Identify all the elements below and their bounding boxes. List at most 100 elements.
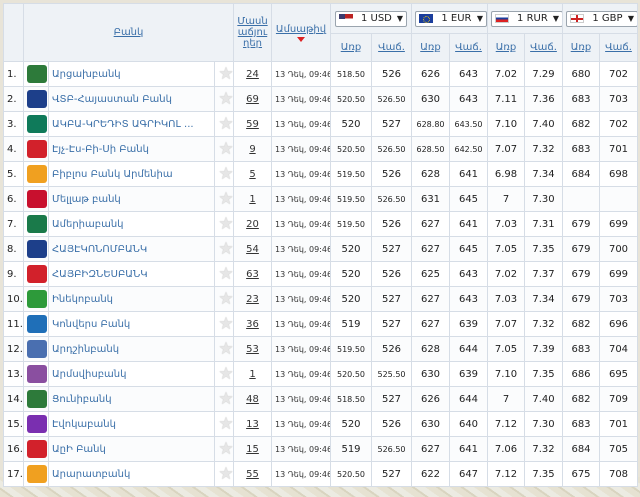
favorite-star[interactable]: ★: [214, 86, 234, 112]
bank-name-link[interactable]: Ամերիաբանկ: [48, 211, 215, 237]
usd-currency-select[interactable]: 1 USD ▼: [335, 10, 407, 27]
bank-logo[interactable]: [23, 111, 49, 137]
favorite-star[interactable]: ★: [214, 211, 234, 237]
bank-logo[interactable]: [23, 286, 49, 312]
bank-name-link[interactable]: ԱԿԲԱ-ԿՐԵԴԻՏ ԱԳՐԻԿՈԼ ...: [48, 111, 215, 137]
favorite-star[interactable]: ★: [214, 336, 234, 362]
branches-count[interactable]: 20: [233, 211, 272, 237]
branches-count-link[interactable]: 53: [246, 344, 259, 355]
table-row[interactable]: 2. ՎՏԲ-Հայաստան Բանկ ★ 69 13 Դեկ, 09:46 520.5…: [3, 86, 638, 112]
favorite-star[interactable]: ★: [214, 436, 234, 462]
bank-name-link[interactable]: ԱըԻ Բանկ: [48, 436, 215, 462]
branches-count-link[interactable]: 23: [246, 294, 259, 305]
table-row[interactable]: 16. ԱըԻ Բանկ ★ 15 13 Դեկ, 09:46 519 526.50 627 6…: [3, 436, 638, 462]
branches-count[interactable]: 55: [233, 461, 272, 487]
bank-logo[interactable]: [23, 236, 49, 262]
branches-count-link[interactable]: 24: [246, 69, 259, 80]
branches-count[interactable]: 1: [233, 361, 272, 387]
branches-count-link[interactable]: 9: [249, 144, 255, 155]
bank-logo[interactable]: [23, 61, 49, 87]
bank-logo[interactable]: [23, 411, 49, 437]
branches-count[interactable]: 59: [233, 111, 272, 137]
table-row[interactable]: 11. Կոնվերս Բանկ ★ 36 13 Դեկ, 09:46 519 527 627…: [3, 311, 638, 337]
bank-name-link[interactable]: Արդշինբանկ: [48, 336, 215, 362]
branches-count-link[interactable]: 13: [246, 419, 259, 430]
favorite-star[interactable]: ★: [214, 186, 234, 212]
bank-name-link[interactable]: Ինեկոբանկ: [48, 286, 215, 312]
branches-count-link[interactable]: 20: [246, 219, 259, 230]
bank-name-link[interactable]: ՀԱՅԲԻԶՆԵՍԲԱՆԿ: [48, 261, 215, 287]
bank-logo[interactable]: [23, 361, 49, 387]
bank-logo[interactable]: [23, 136, 49, 162]
bank-logo[interactable]: [23, 311, 49, 337]
favorite-star[interactable]: ★: [214, 261, 234, 287]
favorite-star[interactable]: ★: [214, 111, 234, 137]
branches-count-link[interactable]: 55: [246, 469, 259, 480]
favorite-star[interactable]: ★: [214, 161, 234, 187]
branches-count[interactable]: 69: [233, 86, 272, 112]
bank-logo[interactable]: [23, 261, 49, 287]
table-row[interactable]: 8. ՀԱՅԷԿՈՆՈՄԲԱՆԿ ★ 54 13 Դեկ, 09:46 520 527 627…: [3, 236, 638, 262]
branches-count[interactable]: 53: [233, 336, 272, 362]
bank-name-link[interactable]: Կոնվերս Բանկ: [48, 311, 215, 337]
branches-count[interactable]: 23: [233, 286, 272, 312]
branches-count-link[interactable]: 15: [246, 444, 259, 455]
branches-count[interactable]: 54: [233, 236, 272, 262]
branches-count-link[interactable]: 63: [246, 269, 259, 280]
bank-name-link[interactable]: Արցախբանկ: [48, 61, 215, 87]
rur-buy-header[interactable]: Առք: [487, 33, 525, 62]
eur-buy-header[interactable]: Առք: [411, 33, 450, 62]
favorite-star[interactable]: ★: [214, 286, 234, 312]
table-row[interactable]: 4. Էյչ-Էս-Բի-Սի Բանկ ★ 9 13 Դեկ, 09:46 520.50…: [3, 136, 638, 162]
bank-logo[interactable]: [23, 186, 49, 212]
branches-count[interactable]: 48: [233, 386, 272, 412]
bank-name-link[interactable]: Մելլաթ բանկ: [48, 186, 215, 212]
bank-name-link[interactable]: ՀԱՅԷԿՈՆՈՄԲԱՆԿ: [48, 236, 215, 262]
branches-count-link[interactable]: 69: [246, 94, 259, 105]
favorite-star[interactable]: ★: [214, 136, 234, 162]
table-row[interactable]: 1. Արցախբանկ ★ 24 13 Դեկ, 09:46 518.50 526 626 6…: [3, 61, 638, 87]
rur-currency-select[interactable]: 1 RUR ▼: [491, 10, 562, 27]
bank-name-link[interactable]: Ցունիբանկ: [48, 386, 215, 412]
favorite-star[interactable]: ★: [214, 386, 234, 412]
branches-count-link[interactable]: 48: [246, 394, 259, 405]
branches-count[interactable]: 13: [233, 411, 272, 437]
table-row[interactable]: 7. Ամերիաբանկ ★ 20 13 Դեկ, 09:46 519.50 526 627…: [3, 211, 638, 237]
bank-logo[interactable]: [23, 161, 49, 187]
bank-name-link[interactable]: Արմսվիսբանկ: [48, 361, 215, 387]
bank-name-link[interactable]: Բիբլոս Բանկ Արմենիա: [48, 161, 215, 187]
rur-sell-header[interactable]: Վաճ.: [524, 33, 563, 62]
eur-currency-select[interactable]: 1 EUR ▼: [415, 10, 487, 27]
branches-count-link[interactable]: 36: [246, 319, 259, 330]
table-row[interactable]: 12. Արդշինբանկ ★ 53 13 Դեկ, 09:46 519.50 526 62…: [3, 336, 638, 362]
table-row[interactable]: 13. Արմսվիսբանկ ★ 1 13 Դեկ, 09:46 520.50 525.5…: [3, 361, 638, 387]
favorite-star[interactable]: ★: [214, 61, 234, 87]
gbp-currency-select[interactable]: 1 GBP ▼: [566, 10, 637, 27]
favorite-star[interactable]: ★: [214, 411, 234, 437]
table-row[interactable]: 14. Ցունիբանկ ★ 48 13 Դեկ, 09:46 518.50 527 626…: [3, 386, 638, 412]
table-row[interactable]: 3. ԱԿԲԱ-ԿՐԵԴԻՏ ԱԳՐԻԿՈԼ ... ★ 59 13 Դեկ, 09:4…: [3, 111, 638, 137]
usd-sell-header[interactable]: Վաճ.: [371, 33, 412, 62]
table-row[interactable]: 6. Մելլաթ բանկ ★ 1 13 Դեկ, 09:46 519.50 526.50…: [3, 186, 638, 212]
branches-count[interactable]: 24: [233, 61, 272, 87]
branches-count-link[interactable]: 5: [249, 169, 255, 180]
bank-logo[interactable]: [23, 436, 49, 462]
bank-logo[interactable]: [23, 86, 49, 112]
eur-sell-header[interactable]: Վաճ.: [449, 33, 488, 62]
gbp-buy-header[interactable]: Առք: [562, 33, 600, 62]
branches-count-link[interactable]: 1: [249, 194, 255, 205]
bank-logo[interactable]: [23, 386, 49, 412]
branches-count[interactable]: 63: [233, 261, 272, 287]
favorite-star[interactable]: ★: [214, 361, 234, 387]
bank-name-link[interactable]: Էվոկաբանկ: [48, 411, 215, 437]
bank-logo[interactable]: [23, 336, 49, 362]
table-row[interactable]: 17. Արարատբանկ ★ 55 13 Դեկ, 09:46 520.50 527 62…: [3, 461, 638, 487]
bank-logo[interactable]: [23, 461, 49, 487]
bank-logo[interactable]: [23, 211, 49, 237]
bank-name-link[interactable]: Արարատբանկ: [48, 461, 215, 487]
favorite-star[interactable]: ★: [214, 461, 234, 487]
table-row[interactable]: 15. Էվոկաբանկ ★ 13 13 Դեկ, 09:46 520 526 630 640…: [3, 411, 638, 437]
branches-count[interactable]: 15: [233, 436, 272, 462]
branches-count[interactable]: 1: [233, 186, 272, 212]
bank-name-link[interactable]: Էյչ-Էս-Բի-Սի Բանկ: [48, 136, 215, 162]
